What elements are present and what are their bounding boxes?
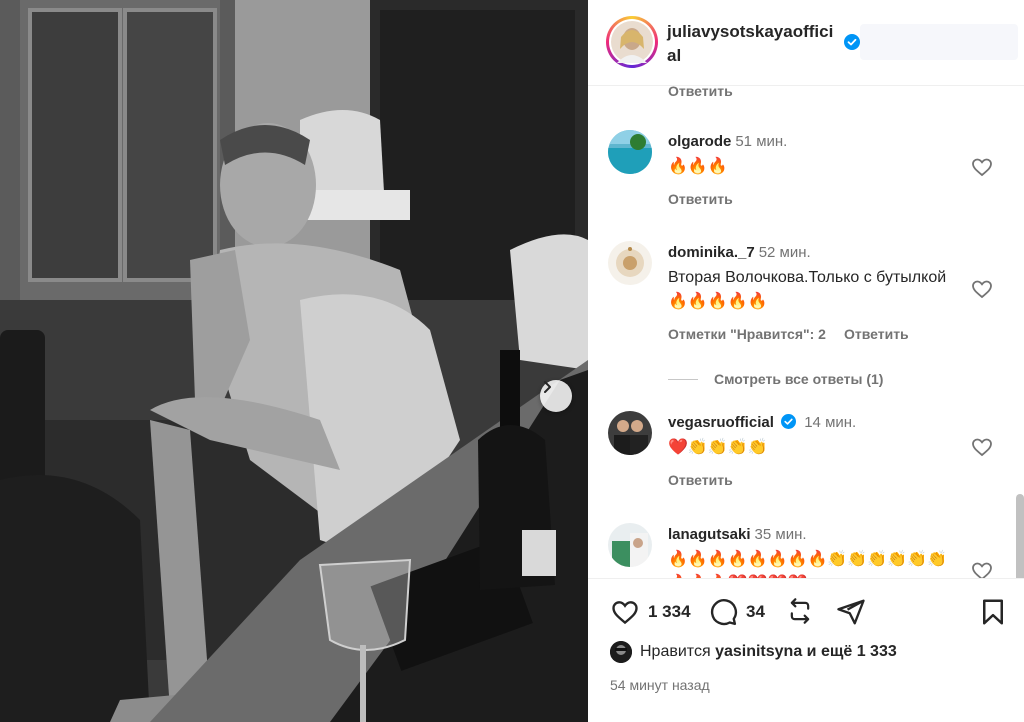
comment-username[interactable]: vegasruofficial [668,414,774,431]
comment-username[interactable]: lanagutsaki [668,526,751,543]
likes-summary: Нравится yasinitsyna и ещё 1 333 [610,641,897,663]
commenter-avatar[interactable] [608,130,652,174]
commenter-avatar[interactable] [608,523,652,567]
author-username[interactable]: juliavysotskayaofficial [667,20,842,68]
heart-icon[interactable] [970,155,994,179]
liker-username[interactable]: yasinitsyna [715,643,802,661]
post-actions-bar: 1 334 34 Нравится yasinitsyna и ещё 1 33… [588,578,1024,722]
view-replies-button[interactable]: Смотреть все ответы (1) [668,371,883,387]
comment-likes-count[interactable]: Отметки "Нравится": 2 [668,326,826,342]
heart-icon[interactable] [970,435,994,459]
chevron-right-icon [544,381,551,393]
comment-text: 🔥🔥🔥 [668,158,728,175]
avatar-image [608,411,652,455]
post-header: juliavysotskayaofficial [588,0,1024,86]
heart-icon[interactable] [970,559,994,578]
photo-scene [0,0,588,722]
likes-count[interactable]: 1 334 [648,602,691,622]
post-timestamp[interactable]: 54 минут назад [610,677,710,693]
post-photo[interactable] [0,0,588,722]
heart-icon[interactable] [970,277,994,301]
comment-icon[interactable] [708,597,738,627]
reply-button[interactable]: Ответить [668,472,733,488]
comments-list: Ответить olgarode 51 мин. 🔥🔥🔥 Ответить d… [588,86,1024,578]
avatar-image [608,241,652,285]
comment-text: ❤️👏👏👏👏 [668,439,768,456]
avatar-image [608,523,652,567]
comment-username[interactable]: dominika._7 [668,244,755,261]
view-replies-label: Смотреть все ответы (1) [714,371,884,387]
post-side-panel: juliavysotskayaofficial Ответить olgarod… [588,0,1024,722]
carousel-next-button[interactable] [540,380,572,412]
header-follow-area [860,24,1018,60]
comments-scrollbar[interactable] [1016,494,1024,578]
reply-button[interactable]: Ответить [668,191,733,207]
comment-time: 52 мин. [758,244,811,261]
comment-time: 14 мин. [804,414,857,431]
repost-icon[interactable] [786,597,814,625]
comment-time: 35 мин. [754,526,807,543]
author-avatar-image [611,21,653,63]
heart-icon[interactable] [610,597,640,627]
avatar-image [608,130,652,174]
share-icon[interactable] [836,597,866,627]
liker-avatar[interactable] [610,641,632,663]
comment-text: Вторая Волочкова.Только с бутылкой 🔥🔥🔥🔥🔥 [668,269,947,310]
verified-icon [781,414,797,429]
commenter-avatar[interactable] [608,241,652,285]
commenter-avatar[interactable] [608,411,652,455]
author-avatar[interactable] [606,16,658,68]
reply-button[interactable]: Ответить [844,326,909,342]
comment-text: 🔥🔥🔥🔥🔥🔥🔥🔥👏👏👏👏👏👏 🔥🔥🔥❤️❤️❤️❤️ [668,551,947,578]
likes-suffix[interactable]: и ещё 1 333 [807,643,897,661]
verified-icon [844,34,860,50]
comment-username[interactable]: olgarode [668,133,731,150]
avatar-image [610,641,632,663]
reply-button[interactable]: Ответить [668,86,733,99]
comment-time: 51 мин. [735,133,788,150]
comments-count[interactable]: 34 [746,602,765,622]
likes-prefix: Нравится [640,643,711,660]
bookmark-icon[interactable] [980,597,1006,627]
